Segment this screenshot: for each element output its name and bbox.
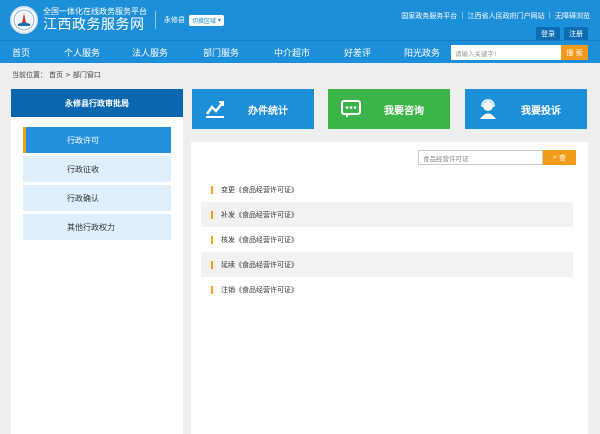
sidebar-item-admin-confirmation[interactable]: 行政确认 (23, 185, 171, 211)
content-search-input[interactable]: 食品经营许可证 (418, 150, 543, 165)
list-marker (211, 185, 213, 194)
list-marker (211, 260, 213, 269)
link-provincial-portal[interactable]: 江西省人民政府门户网站 (468, 11, 545, 21)
list-item[interactable]: 变更《食品经营许可证》 (201, 177, 573, 202)
nav-rating[interactable]: 好差评 (344, 46, 371, 59)
content-card: 食品经营许可证 ⌕ 查 变更《食品经营许可证》 补发《食品经营许可证》 核发《食… (191, 142, 588, 434)
breadcrumb-separator: > (65, 71, 71, 79)
breadcrumb-prefix: 当前位置： (12, 71, 47, 79)
brand-title[interactable]: 江西政务服务网 (43, 17, 147, 33)
brand-subtitle: 全国一体化在线政务服务平台 (43, 7, 147, 17)
tile-complaint[interactable]: 我要投诉 (465, 89, 587, 129)
list-marker (211, 285, 213, 294)
link-separator: | (461, 11, 464, 19)
nav-personal[interactable]: 个人服务 (64, 46, 100, 59)
nav-search-button[interactable]: 搜 索 (561, 45, 588, 60)
content-search-button-label: 查 (558, 153, 566, 162)
tile-statistics[interactable]: 办件统计 (192, 89, 314, 129)
county-name: 永修县 (164, 16, 185, 24)
list-item-label: 延续《食品经营许可证》 (221, 260, 298, 269)
sidebar-title: 永修县行政审批局 (11, 89, 183, 117)
breadcrumb: 当前位置： 首页 > 部门窗口 (0, 63, 600, 87)
link-separator: | (548, 11, 551, 19)
list-item[interactable]: 核发《食品经营许可证》 (201, 227, 573, 252)
nav-legal-person[interactable]: 法人服务 (132, 46, 168, 59)
brand: 全国一体化在线政务服务平台 江西政务服务网 (43, 7, 147, 32)
item-list: 变更《食品经营许可证》 补发《食品经营许可证》 核发《食品经营许可证》 延续《食… (201, 177, 573, 302)
list-item-label: 补发《食品经营许可证》 (221, 210, 298, 219)
nav-sunshine-affairs[interactable]: 阳光政务 (404, 46, 440, 59)
sidebar-item-admin-levy[interactable]: 行政征收 (23, 156, 171, 182)
content-search-button[interactable]: ⌕ 查 (543, 150, 576, 165)
tile-complaint-label: 我要投诉 (521, 105, 561, 117)
caret-down-icon: ▾ (218, 16, 222, 24)
tile-statistics-label: 办件统计 (248, 105, 288, 117)
header-divider (155, 11, 156, 29)
breadcrumb-current: 部门窗口 (72, 71, 101, 79)
register-button[interactable]: 注册 (564, 27, 588, 41)
list-item[interactable]: 延续《食品经营许可证》 (201, 252, 573, 277)
nav-search: 请输入关键字! 搜 索 (451, 45, 588, 60)
region-switch-label: 切换区域 (192, 17, 217, 25)
top-header: 全国一体化在线政务服务平台 江西政务服务网 永修县 切换区域 ▾ 国家政务服务平… (0, 0, 600, 41)
list-item[interactable]: 注销《食品经营许可证》 (201, 277, 573, 302)
sidebar-menu: 行政许可 行政征收 行政确认 其他行政权力 (11, 127, 183, 240)
list-marker (211, 210, 213, 219)
auth-buttons: 登录 注册 (536, 27, 588, 41)
user-complaint-icon (480, 99, 496, 119)
sidebar-item-other-powers[interactable]: 其他行政权力 (23, 214, 171, 240)
list-item-label: 注销《食品经营许可证》 (221, 285, 298, 294)
list-item[interactable]: 补发《食品经营许可证》 (201, 202, 573, 227)
breadcrumb-home[interactable]: 首页 (49, 70, 63, 80)
search-icon: ⌕ (553, 153, 557, 161)
tile-consult[interactable]: 我要咨询 (328, 89, 450, 129)
main-nav: 首页 个人服务 法人服务 部门服务 中介超市 好差评 阳光政务 请输入关键字! … (0, 40, 600, 63)
chat-icon (341, 100, 361, 118)
link-national-platform[interactable]: 国家政务服务平台 (401, 11, 457, 21)
nav-home[interactable]: 首页 (12, 46, 30, 59)
list-item-label: 核发《食品经营许可证》 (221, 235, 298, 244)
sidebar: 永修县行政审批局 行政许可 行政征收 行政确认 其他行政权力 (11, 89, 183, 434)
nav-department[interactable]: 部门服务 (203, 46, 239, 59)
nav-agency-market[interactable]: 中介超市 (274, 46, 310, 59)
region-switch[interactable]: 切换区域 ▾ (189, 14, 225, 26)
link-accessibility[interactable]: 无障碍浏览 (555, 11, 590, 21)
login-button[interactable]: 登录 (536, 27, 560, 41)
top-links: 国家政务服务平台 | 江西省人民政府门户网站 | 无障碍浏览 (401, 11, 590, 21)
list-marker (211, 235, 213, 244)
site-logo[interactable] (10, 6, 38, 34)
content-search: 食品经营许可证 ⌕ 查 (418, 150, 576, 165)
tile-consult-label: 我要咨询 (384, 105, 424, 117)
nav-search-input[interactable]: 请输入关键字! (451, 45, 561, 60)
sidebar-item-admin-license[interactable]: 行政许可 (23, 127, 171, 153)
list-item-label: 变更《食品经营许可证》 (221, 185, 298, 194)
chart-icon (205, 101, 224, 118)
